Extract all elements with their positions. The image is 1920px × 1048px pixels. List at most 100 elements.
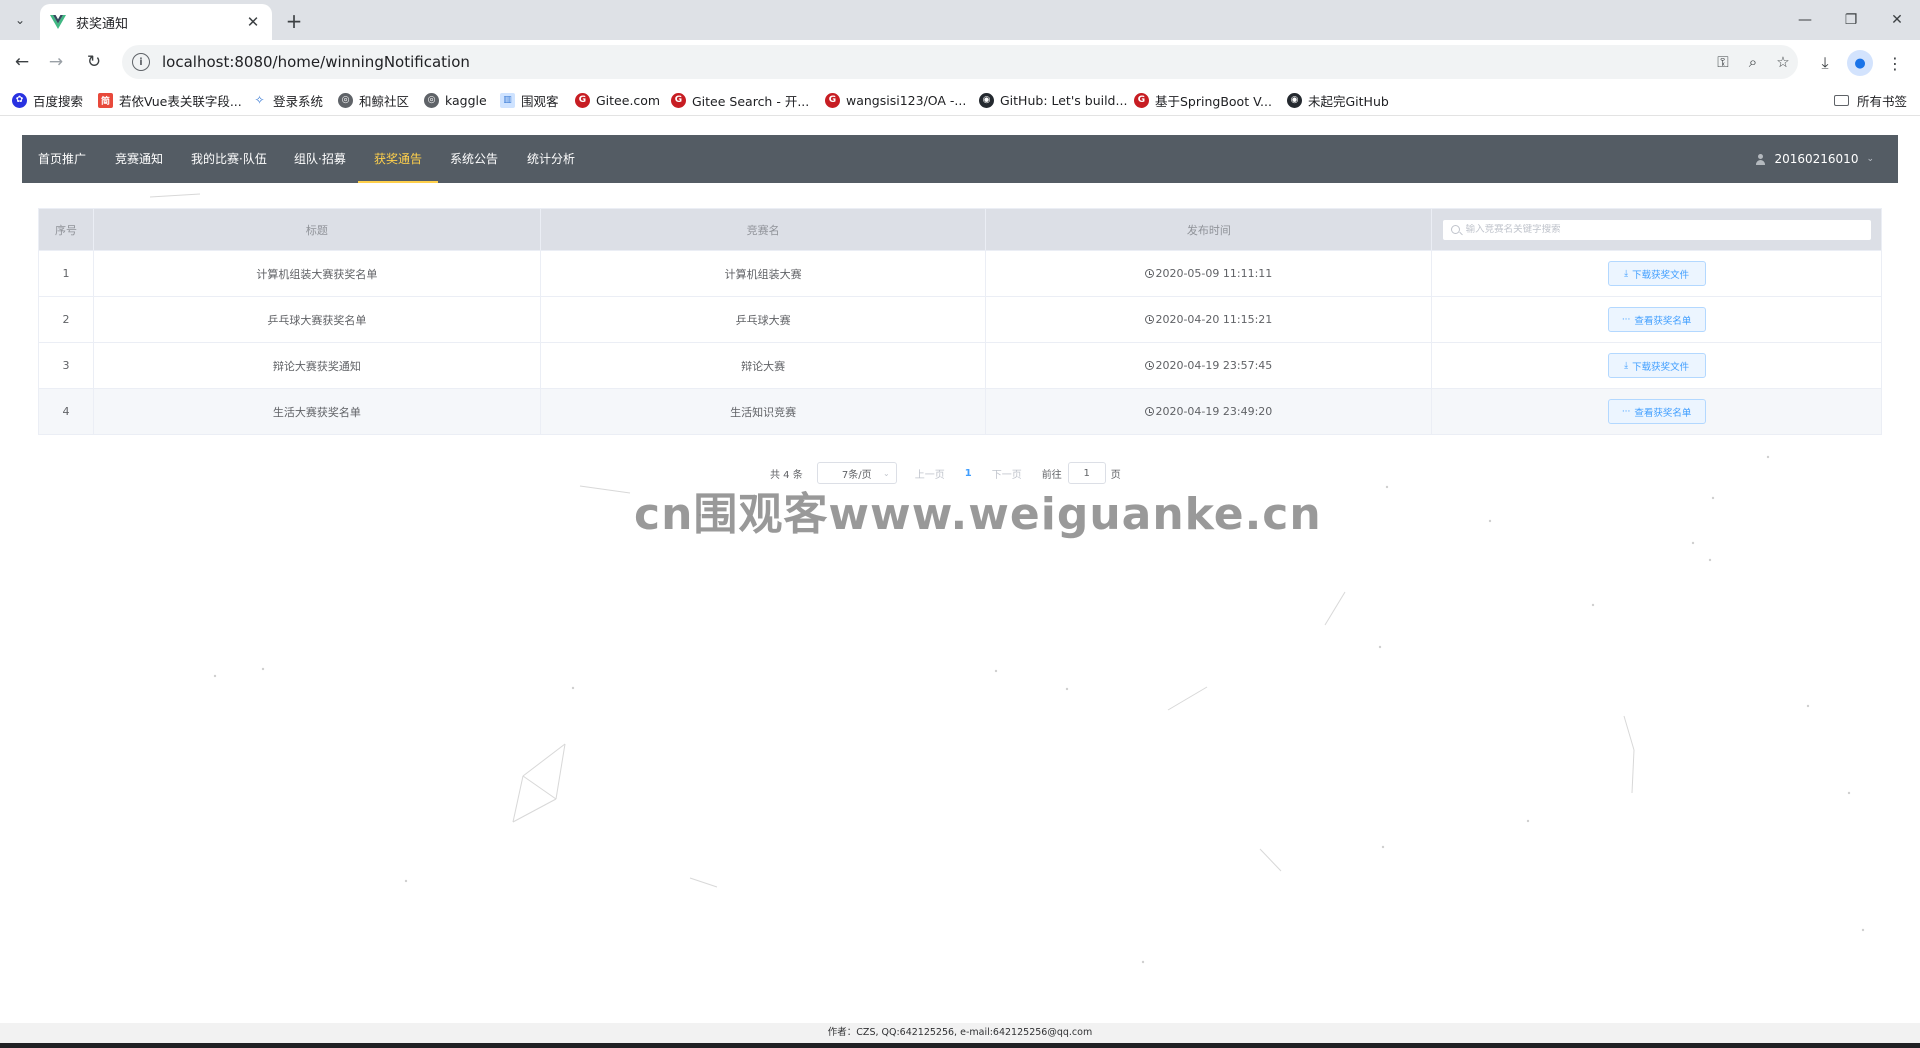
back-button[interactable]: ← <box>10 50 34 74</box>
bookmark-item[interactable]: ▥ 围观客 <box>500 91 559 109</box>
gitee-icon: G <box>825 92 840 108</box>
tab-winning-notification[interactable]: 获奖通知 ✕ <box>40 4 272 40</box>
browser-tabstrip: ⌄ 获奖通知 ✕ + — ❐ ✕ <box>0 0 1920 40</box>
minimize-button[interactable]: — <box>1782 0 1828 40</box>
bookmark-item[interactable]: G 基于SpringBoot V... <box>1134 91 1272 109</box>
bookmark-item[interactable]: G Gitee Search - 开... <box>671 91 809 109</box>
action-label: 下载获奖文件 <box>1632 361 1690 373</box>
bookmark-item[interactable]: ◎ kaggle <box>424 91 487 109</box>
github-icon: ◉ <box>1287 92 1302 108</box>
bookmark-item[interactable]: Gwangsisi123/OA -... <box>825 91 966 109</box>
particle-dot <box>1708 558 1712 562</box>
more-dots-icon: ··· <box>1621 406 1631 417</box>
bookmark-item[interactable]: ✧ 登录系统 <box>252 91 323 109</box>
nav-item-my-competitions[interactable]: 我的比赛·队伍 <box>191 135 267 183</box>
bookmark-label: 基于SpringBoot V... <box>1155 93 1272 109</box>
more-dots-icon: ··· <box>1621 314 1631 325</box>
vue-logo-icon <box>50 14 66 30</box>
nav-item-system-notice[interactable]: 系统公告 <box>450 135 498 183</box>
particle-dot <box>1711 496 1715 500</box>
github-icon: ◉ <box>979 92 994 108</box>
tab-search-button[interactable]: ⌄ <box>8 8 32 32</box>
search-box[interactable] <box>1441 218 1872 241</box>
row-action-cell: ··· 查看获奖名单 <box>1432 297 1882 343</box>
jianshu-icon: 简 <box>98 92 113 108</box>
globe-icon: ◎ <box>424 92 439 108</box>
watermark: cn围观客www.weiguanke.cn <box>634 489 1322 540</box>
nav-item-home[interactable]: 首页推广 <box>38 135 86 183</box>
bookmark-label: Gitee Search - 开... <box>692 93 810 109</box>
zoom-icon[interactable]: ⌕ <box>1738 53 1768 71</box>
bookmark-label: 和鲸社区 <box>359 93 410 109</box>
row-action-cell: ⤓ 下载获奖文件 <box>1432 343 1882 389</box>
search-input[interactable] <box>1465 224 1846 235</box>
user-icon <box>1755 153 1766 165</box>
window-close-button[interactable]: ✕ <box>1874 0 1920 40</box>
nav-item-competition-notice[interactable]: 竞赛通知 <box>115 135 163 183</box>
tab-title: 获奖通知 <box>76 16 129 32</box>
particle-dot <box>994 669 998 673</box>
address-bar[interactable]: i localhost:8080/home/winningNotificatio… <box>122 45 1798 79</box>
particle-line <box>555 743 566 800</box>
more-menu-icon[interactable]: ⋮ <box>1882 50 1908 76</box>
forward-button[interactable]: → <box>44 50 68 74</box>
reload-button[interactable]: ↻ <box>82 50 106 74</box>
bookmark-item[interactable]: ◎ 和鲸社区 <box>338 91 409 109</box>
table-row: 2 乒乓球大赛获奖名单 乒乓球大赛 2020-04-20 11:15:21 ··… <box>39 297 1882 343</box>
row-competition: 计算机组装大赛 <box>540 251 987 297</box>
url-text[interactable]: localhost:8080/home/winningNotification <box>162 53 1708 71</box>
particle-line <box>149 193 201 198</box>
bookmark-item[interactable]: 简若依Vue表关联字段... <box>98 91 242 109</box>
bookmark-item[interactable]: ✿ 百度搜索 <box>12 91 83 109</box>
download-icon[interactable]: ⤓ <box>1812 50 1838 76</box>
row-time: 2020-04-19 23:49:20 <box>1155 405 1273 418</box>
clock-icon <box>1145 315 1155 324</box>
username: 20160216010 <box>1774 152 1859 166</box>
bookmark-star-icon[interactable]: ☆ <box>1768 53 1798 71</box>
row-title: 乒乓球大赛获奖名单 <box>93 297 541 343</box>
row-competition: 辩论大赛 <box>540 343 987 389</box>
download-award-file-button[interactable]: ⤓ 下载获奖文件 <box>1607 353 1706 378</box>
particle-line <box>522 775 557 800</box>
row-time-cell: 2020-04-20 11:15:21 <box>986 297 1433 343</box>
page-number-1[interactable]: 1 <box>965 468 972 479</box>
particle-line <box>579 485 631 494</box>
chevron-down-icon: ⌄ <box>1866 154 1874 164</box>
password-key-icon[interactable]: ⚿ <box>1708 53 1738 71</box>
restore-button[interactable]: ❐ <box>1828 0 1874 40</box>
bookmark-label: 百度搜索 <box>33 93 84 109</box>
bookmark-label: wangsisi123/OA -... <box>846 92 967 108</box>
particle-dot <box>1488 519 1492 523</box>
site-info-icon[interactable]: i <box>132 53 150 71</box>
row-index: 1 <box>39 251 94 297</box>
all-bookmarks-button[interactable]: 所有书签 <box>1834 91 1907 109</box>
user-menu[interactable]: 20160216010 ⌄ <box>1755 135 1874 183</box>
close-icon[interactable]: ✕ <box>244 13 262 31</box>
login-system-icon: ✧ <box>252 92 267 108</box>
new-tab-button[interactable]: + <box>282 9 306 33</box>
row-index: 2 <box>39 297 94 343</box>
view-award-list-button[interactable]: ··· 查看获奖名单 <box>1607 399 1706 424</box>
gitee-icon: G <box>575 92 590 108</box>
particle-dot <box>1847 791 1851 795</box>
bookmark-item[interactable]: ◉ 未起完GitHub <box>1287 91 1389 109</box>
download-icon: ⤓ <box>1624 268 1629 279</box>
nav-item-team-recruit[interactable]: 组队·招募 <box>294 135 346 183</box>
nav-item-statistics[interactable]: 统计分析 <box>527 135 575 183</box>
bookmark-item[interactable]: G Gitee.com <box>575 91 660 109</box>
particle-dot <box>1591 603 1595 607</box>
download-award-file-button[interactable]: ⤓ 下载获奖文件 <box>1607 261 1706 286</box>
table-row: 4 生活大赛获奖名单 生活知识竞赛 2020-04-19 23:49:20 ··… <box>39 389 1882 435</box>
bookmarks-bar: ✿ 百度搜索 简若依Vue表关联字段... ✧ 登录系统 ◎ 和鲸社区 ◎ kaggle… <box>0 84 1920 116</box>
particle-dot <box>1861 928 1865 932</box>
row-time: 2020-04-19 23:57:45 <box>1155 359 1273 372</box>
download-icon: ⤓ <box>1624 360 1629 371</box>
profile-avatar[interactable]: ● <box>1847 50 1873 76</box>
particle-line <box>1167 686 1208 711</box>
bookmark-item[interactable]: ◉ GitHub: Let's build... <box>979 91 1127 109</box>
nav-item-award-notice[interactable]: 获奖通告 <box>358 135 439 183</box>
view-award-list-button[interactable]: ··· 查看获奖名单 <box>1607 307 1706 332</box>
bookmark-label: 围观客 <box>521 93 559 109</box>
globe-icon: ◎ <box>338 92 353 108</box>
header-title: 标题 <box>93 209 541 251</box>
